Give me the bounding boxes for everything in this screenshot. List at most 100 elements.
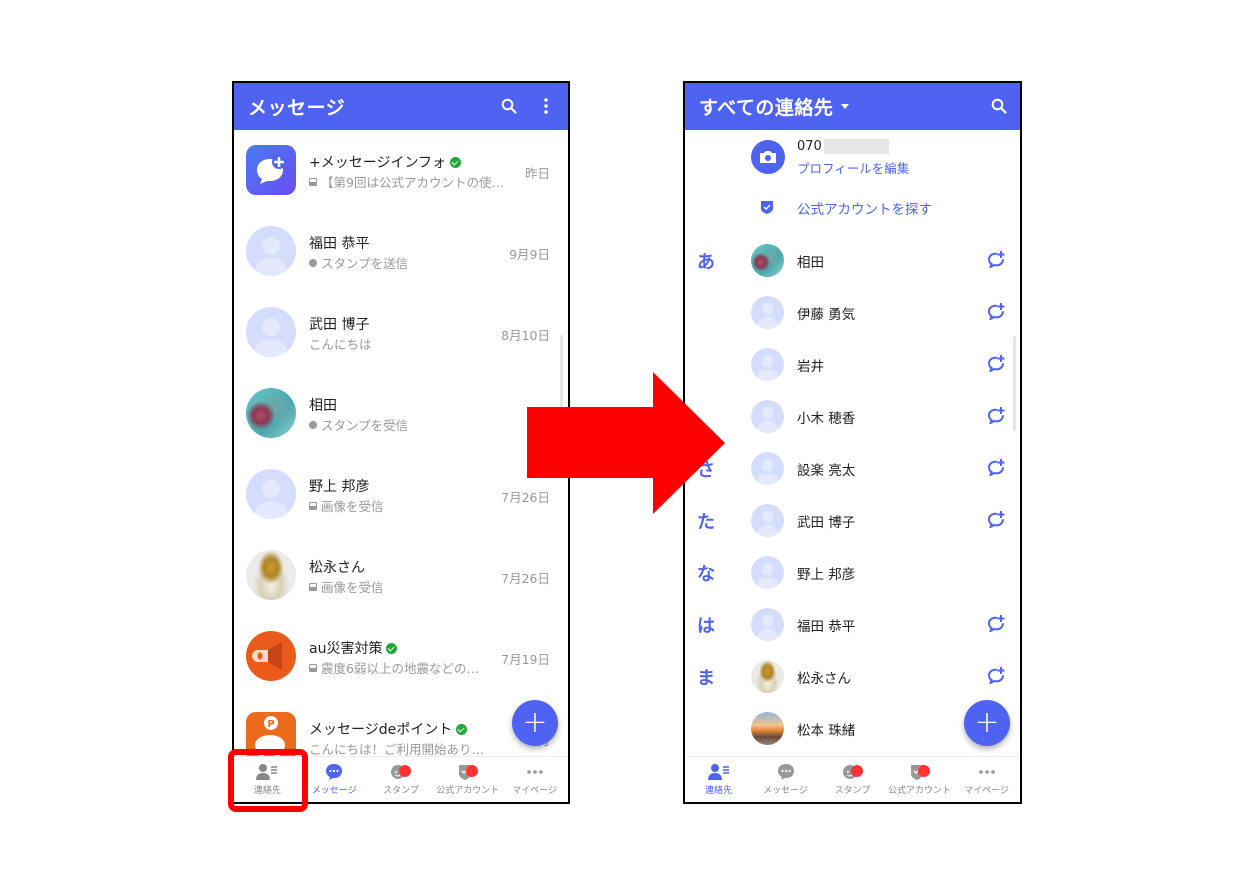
- badge-dot: [465, 765, 478, 777]
- new-message-fab[interactable]: +: [512, 700, 558, 746]
- conversation-item[interactable]: 野上 邦彦 画像を受信 7月26日: [234, 454, 568, 535]
- svg-text:P: P: [267, 719, 274, 730]
- contact-name: 福田 恭平: [797, 619, 856, 635]
- nav-label: スタンプ: [383, 786, 419, 796]
- conversation-item[interactable]: 松永さん 画像を受信 7月26日: [234, 535, 568, 616]
- info-app-icon: [246, 145, 296, 195]
- conversation-name: メッセージdeポイント: [309, 722, 453, 738]
- new-message-icon[interactable]: [986, 614, 1006, 632]
- contact-item[interactable]: 伊藤 勇気: [685, 286, 1020, 338]
- nav-stamps[interactable]: スタンプ: [368, 757, 435, 802]
- new-message-icon[interactable]: [986, 250, 1006, 268]
- conversation-preview: こんにちは！ご利用開始あり…: [309, 742, 485, 756]
- nav-mypage[interactable]: マイページ: [501, 757, 568, 802]
- conversation-item[interactable]: au災害対策 震度6弱以上の地震などの… 7月19日: [234, 616, 568, 697]
- contact-item[interactable]: ま 松永さん: [685, 650, 1020, 702]
- avatar-photo: [751, 244, 784, 277]
- page-title[interactable]: すべての連絡先: [699, 93, 833, 120]
- redacted-number: [823, 139, 889, 154]
- new-message-icon[interactable]: [986, 406, 1006, 424]
- index-letter[interactable]: は: [697, 612, 715, 638]
- conversation-item[interactable]: 武田 博子 こんにちは 8月10日: [234, 292, 568, 373]
- nav-messages[interactable]: メッセージ: [301, 757, 368, 802]
- more-horiz-icon: [978, 770, 995, 774]
- find-official-account[interactable]: 公式アカウントを探す: [685, 192, 1020, 222]
- index-letter[interactable]: あ: [697, 248, 715, 274]
- conversation-name: 相田: [309, 398, 337, 414]
- app-bar: すべての連絡先: [685, 83, 1020, 130]
- dropdown-icon[interactable]: [841, 104, 850, 109]
- new-message-icon[interactable]: [986, 510, 1006, 528]
- new-message-icon[interactable]: [986, 458, 1006, 476]
- scrollbar[interactable]: [1013, 336, 1016, 431]
- conversation-item[interactable]: 相田 スタンプを受信 8月: [234, 373, 568, 454]
- avatar: [751, 556, 784, 589]
- verified-icon: [386, 642, 398, 654]
- nav-label: メッセージ: [311, 786, 357, 796]
- index-letter[interactable]: な: [697, 560, 715, 586]
- search-icon[interactable]: [500, 97, 518, 115]
- avatar: [246, 226, 296, 276]
- conversation-item[interactable]: 福田 恭平 スタンプを送信 9月9日: [234, 211, 568, 292]
- avatar-photo: [246, 550, 296, 600]
- nav-label: マイページ: [964, 786, 1009, 796]
- verified-icon: [456, 723, 468, 735]
- add-contact-fab[interactable]: +: [964, 700, 1010, 746]
- stamp-icon: [309, 420, 317, 429]
- conversation-date: 7月26日: [501, 571, 550, 586]
- nav-contacts[interactable]: 連絡先: [685, 757, 752, 802]
- avatar: [751, 400, 784, 433]
- nav-label: メッセージ: [763, 786, 808, 796]
- nav-messages[interactable]: メッセージ: [752, 757, 819, 802]
- conversation-preview: 画像を受信: [321, 580, 384, 595]
- contacts-screen: すべての連絡先 070 プロフィールを編集 公式アカウントを探す あ 相田伊藤 勇…: [683, 81, 1022, 804]
- new-message-icon[interactable]: [986, 302, 1006, 320]
- contacts-tab-highlight: [228, 749, 308, 812]
- contact-item[interactable]: あ 相田: [685, 234, 1020, 286]
- nav-label: 連絡先: [704, 786, 732, 796]
- search-icon[interactable]: [990, 97, 1008, 115]
- conversation-list: +メッセージインフォ 【第9回は公式アカウントの使… 昨日 福田 恭平 スタンプ…: [234, 130, 568, 756]
- new-message-icon[interactable]: [986, 354, 1006, 372]
- contact-name: 松本 珠緒: [797, 723, 856, 739]
- contact-item[interactable]: た武田 博子: [685, 494, 1020, 546]
- nav-official-accounts[interactable]: 公式アカウント: [434, 757, 501, 802]
- nav-official-accounts[interactable]: 公式アカウント: [886, 757, 953, 802]
- app-bar: メッセージ: [234, 83, 568, 130]
- contact-item[interactable]: な 野上 邦彦: [685, 546, 1020, 598]
- conversation-preview: 震度6弱以上の地震などの…: [321, 661, 479, 676]
- avatar-photo: [751, 712, 784, 745]
- contact-name: 伊藤 勇気: [797, 307, 856, 323]
- contact-name: 松永さん: [797, 671, 851, 687]
- conversation-date: 昨日: [524, 166, 550, 181]
- chat-icon: [326, 764, 343, 780]
- nav-label: マイページ: [512, 786, 557, 796]
- conversation-item[interactable]: +メッセージインフォ 【第9回は公式アカウントの使… 昨日: [234, 130, 568, 211]
- new-message-icon[interactable]: [986, 666, 1006, 684]
- contact-item[interactable]: は 福田 恭平: [685, 598, 1020, 650]
- contact-list: 070 プロフィールを編集 公式アカウントを探す あ 相田伊藤 勇気岩井 小木 穂香…: [685, 130, 1020, 756]
- my-profile[interactable]: 070 プロフィールを編集: [685, 130, 1020, 182]
- phone-number: 070: [797, 139, 822, 154]
- contact-item[interactable]: 小木 穂香: [685, 390, 1020, 442]
- nav-label: スタンプ: [834, 786, 871, 796]
- contact-item[interactable]: 岩井: [685, 338, 1020, 390]
- index-letter[interactable]: ま: [697, 664, 715, 690]
- camera-icon[interactable]: [751, 140, 785, 174]
- messages-screen: メッセージ +メッセージインフォ 【第9回は公式アカウントの使… 昨日 福田 恭…: [232, 81, 570, 804]
- nav-stamps[interactable]: スタンプ: [819, 757, 886, 802]
- stamp-icon: [309, 258, 317, 267]
- nav-mypage[interactable]: マイページ: [953, 757, 1020, 802]
- right-arrow-annotation: [527, 372, 725, 514]
- nav-label: 公式アカウント: [436, 786, 500, 796]
- contacts-icon: [707, 764, 729, 780]
- conversation-name: 福田 恭平: [309, 236, 370, 252]
- verified-icon: [450, 156, 462, 168]
- find-official-account-link[interactable]: 公式アカウントを探す: [797, 198, 932, 218]
- edit-profile-link[interactable]: プロフィールを編集: [797, 158, 909, 177]
- conversation-preview: スタンプを送信: [321, 256, 409, 271]
- nav-label: 公式アカウント: [887, 786, 951, 796]
- image-icon: [309, 501, 317, 510]
- more-vert-icon[interactable]: [537, 97, 555, 115]
- contact-item[interactable]: さ設楽 亮太: [685, 442, 1020, 494]
